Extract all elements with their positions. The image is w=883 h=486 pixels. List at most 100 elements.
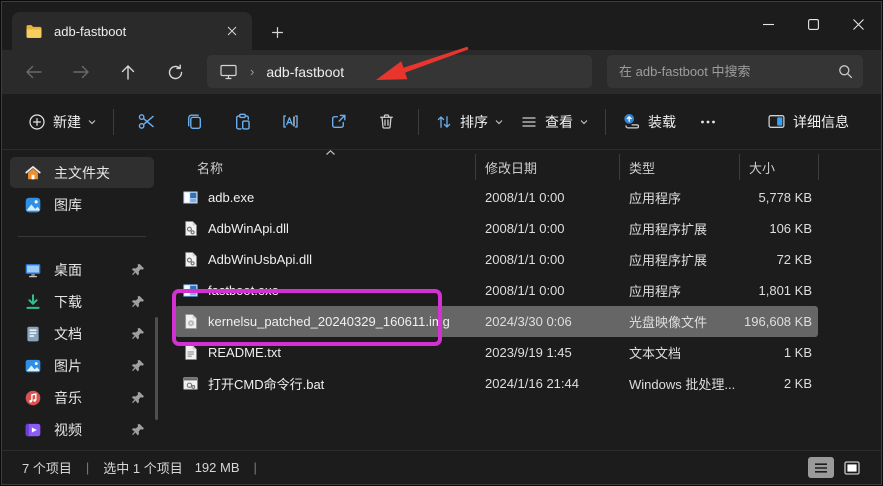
file-row[interactable]: README.txt2023/9/19 1:45文本文档1 KB [175,337,818,368]
file-date: 2023/9/19 1:45 [475,345,619,360]
command-bar: 新建 排序 查看 装载 详细信息 [2,94,881,150]
sidebar-item-home[interactable]: 主文件夹 [10,157,154,188]
toolbar-divider [113,109,114,135]
rename-button[interactable] [266,104,314,140]
new-tab-button[interactable] [264,19,290,45]
file-size: 196,608 KB [739,314,818,329]
file-type: Windows 批处理... [619,374,739,393]
address-bar[interactable]: › adb-fastboot [207,55,592,88]
this-pc-icon [219,63,238,80]
file-name: README.txt [175,344,475,361]
forward-button[interactable] [61,56,101,88]
sort-button[interactable]: 排序 [427,104,512,140]
toolbar-divider [605,109,606,135]
maximize-button[interactable] [791,2,836,46]
file-date: 2024/1/16 21:44 [475,376,619,391]
column-header-type[interactable]: 类型 [619,158,739,177]
file-rows: adb.exe2008/1/1 0:00应用程序5,778 KBAdbWinAp… [162,182,873,399]
sidebar-item-label: 下载 [54,292,131,312]
paste-button[interactable] [218,104,266,140]
file-type: 应用程序 [619,188,739,207]
file-date: 2008/1/1 0:00 [475,221,619,236]
sidebar-item-desktop[interactable]: 桌面 [10,254,154,285]
gallery-icon [24,196,42,214]
explorer-tab[interactable]: adb-fastboot [12,12,252,50]
search-icon[interactable] [838,64,853,79]
pin-icon [131,391,145,405]
mount-button[interactable]: 装载 [614,104,684,140]
column-separator[interactable] [475,154,476,180]
sidebar-item-pictures[interactable]: 图片 [10,350,154,381]
file-row[interactable]: AdbWinApi.dll2008/1/1 0:00应用程序扩展106 KB [175,213,818,244]
breadcrumb-chevron-icon: › [250,64,254,79]
file-name: AdbWinUsbApi.dll [175,251,475,268]
details-pane-button[interactable]: 详细信息 [759,104,857,140]
cut-button[interactable] [122,104,170,140]
file-row[interactable]: kernelsu_patched_20240329_160611.img2024… [175,306,818,337]
sidebar-item-label: 文档 [54,324,131,344]
desktop-icon [24,261,42,279]
tab-close-icon[interactable] [222,21,242,41]
dll-file-icon [182,220,199,237]
column-header-date[interactable]: 修改日期 [475,158,619,177]
file-type: 光盘映像文件 [619,312,739,331]
sidebar-item-label: 桌面 [54,260,131,280]
file-type: 文本文档 [619,343,739,362]
up-button[interactable] [108,56,148,88]
file-size: 106 KB [739,221,818,236]
file-date: 2008/1/1 0:00 [475,190,619,205]
back-button[interactable] [14,56,54,88]
items-count: 7 个项目 [22,458,72,477]
file-type: 应用程序扩展 [619,250,739,269]
window-controls [746,2,881,46]
copy-button[interactable] [170,104,218,140]
music-icon [24,389,42,407]
sidebar-scrollbar[interactable] [155,317,158,420]
file-row[interactable]: 打开CMD命令行.bat2024/1/16 21:44Windows 批处理..… [175,368,818,399]
sidebar-item-label: 音乐 [54,388,131,408]
sidebar-item-downloads[interactable]: 下载 [10,286,154,317]
search-box[interactable] [607,55,863,88]
chevron-down-icon [494,117,504,127]
tab-title: adb-fastboot [54,24,222,39]
close-button[interactable] [836,2,881,46]
chevron-down-icon [87,117,97,127]
file-row[interactable]: AdbWinUsbApi.dll2008/1/1 0:00应用程序扩展72 KB [175,244,818,275]
new-button[interactable]: 新建 [20,104,105,140]
search-input[interactable] [619,64,838,79]
selection-size: 192 MB [195,460,240,475]
title-bar: adb-fastboot [2,2,881,50]
icons-view-toggle[interactable] [839,457,865,478]
column-separator[interactable] [818,154,819,180]
sidebar-item-music[interactable]: 音乐 [10,382,154,413]
sidebar-item-gallery[interactable]: 图库 [10,189,154,220]
file-size: 72 KB [739,252,818,267]
sidebar-divider [18,236,146,237]
minimize-button[interactable] [746,2,791,46]
view-button[interactable]: 查看 [512,104,597,140]
file-size: 5,778 KB [739,190,818,205]
column-header-size[interactable]: 大小 [739,158,818,177]
column-separator[interactable] [619,154,620,180]
view-button-label: 查看 [545,112,573,132]
mount-button-label: 装载 [648,112,676,132]
column-separator[interactable] [739,154,740,180]
refresh-button[interactable] [155,56,195,88]
file-date: 2008/1/1 0:00 [475,252,619,267]
file-row[interactable]: adb.exe2008/1/1 0:00应用程序5,778 KB [175,182,818,213]
list-header: 名称 修改日期 类型 大小 [175,152,873,182]
details-view-toggle[interactable] [808,457,834,478]
dll-file-icon [182,251,199,268]
breadcrumb-item[interactable]: adb-fastboot [266,64,344,80]
file-list: 名称 修改日期 类型 大小 adb.exe2008/1/1 0:00应用程序5,… [162,152,873,448]
sidebar-item-documents[interactable]: 文档 [10,318,154,349]
mount-icon [622,112,641,131]
sidebar-item-videos[interactable]: 视频 [10,414,154,445]
status-divider: | [254,460,257,475]
delete-button[interactable] [362,104,410,140]
more-options-button[interactable] [684,104,732,140]
share-button[interactable] [314,104,362,140]
documents-icon [24,325,42,343]
file-row[interactable]: fastboot.exe2008/1/1 0:00应用程序1,801 KB [175,275,818,306]
column-header-name[interactable]: 名称 [175,158,475,177]
